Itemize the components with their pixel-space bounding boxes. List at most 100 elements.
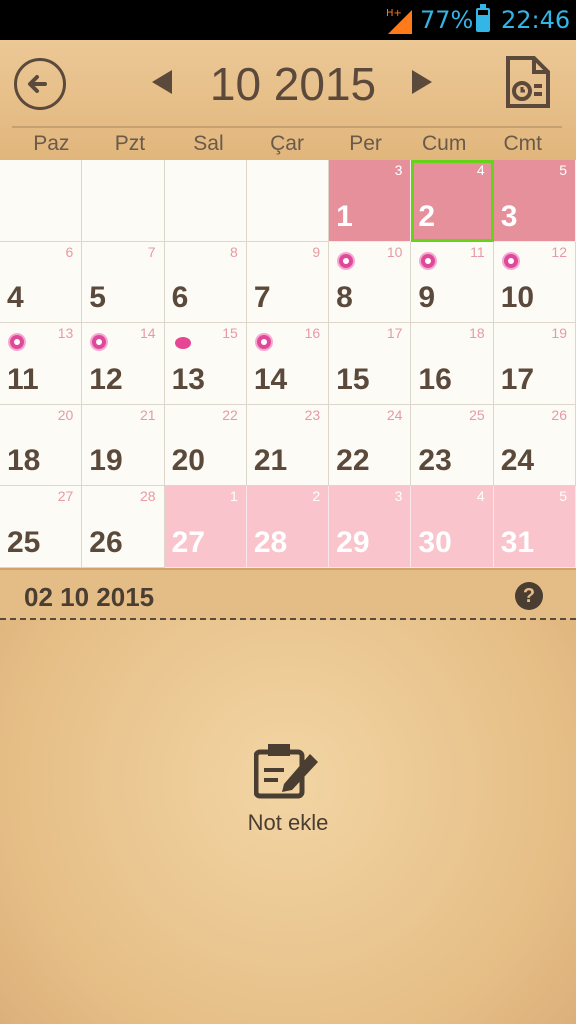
calendar-day-cell[interactable]: 97: [246, 241, 330, 324]
cycle-day-number: 20: [57, 406, 74, 423]
day-number: 30: [418, 525, 452, 559]
calendar-day-cell[interactable]: [0, 160, 83, 242]
calendar-day-cell[interactable]: 86: [164, 241, 247, 324]
weekday-label: Cmt: [503, 132, 543, 155]
calendar-day-cell[interactable]: [246, 160, 330, 242]
add-note-icon[interactable]: [254, 740, 320, 800]
cycle-day-number: 28: [139, 488, 156, 505]
day-number: 16: [418, 362, 452, 396]
calendar-day-cell[interactable]: 1 27: [164, 486, 247, 568]
fertile-day-icon: [10, 335, 24, 350]
calendar-day-cell[interactable]: 2 28: [246, 486, 330, 568]
calendar-header: 10 2015 Paz Pzt Sal Çar Per Cum Cmt: [0, 40, 576, 160]
calendar-day-cell[interactable]: 53: [493, 160, 576, 242]
cycle-day-number: 9: [312, 243, 321, 260]
cycle-day-number: 4: [476, 488, 485, 505]
day-number: 12: [89, 362, 123, 396]
day-number: 13: [171, 362, 205, 396]
calendar-day-cell[interactable]: 26 24: [493, 404, 576, 487]
day-number: 17: [500, 362, 535, 396]
battery-percent: 77%: [420, 6, 474, 34]
calendar-day-cell[interactable]: 17 15: [329, 323, 412, 405]
cycle-day-number: 8: [230, 243, 238, 260]
arrow-left-icon: [28, 75, 47, 93]
cycle-day-number: 1: [230, 488, 238, 505]
calendar-day-cell[interactable]: 13 11: [0, 323, 83, 405]
svg-text:H+: H+: [386, 8, 402, 19]
calendar-day-cell[interactable]: 14 12: [82, 323, 165, 405]
day-number: 22: [336, 444, 370, 478]
weekday-label: Cum: [422, 132, 467, 155]
selected-date: 02 10 2015: [24, 582, 155, 612]
day-number: 4: [7, 281, 24, 315]
cycle-day-number: 15: [222, 325, 238, 342]
back-button[interactable]: [14, 58, 66, 110]
month-year-title: 10 2015: [209, 58, 377, 110]
calendar-day-cell[interactable]: 42: [411, 160, 494, 242]
selected-date-bar: 02 10 2015 ?: [0, 568, 576, 620]
day-number: 18: [7, 444, 41, 478]
cycle-day-number: 2: [312, 488, 321, 505]
calendar-day-cell[interactable]: 5 31: [493, 486, 576, 568]
cycle-day-number: 24: [386, 406, 403, 423]
day-number: 5: [89, 281, 106, 315]
calendar-day-cell[interactable]: 21 19: [82, 404, 165, 487]
day-number: 8: [336, 281, 353, 315]
clock: 22:46: [501, 6, 571, 34]
notes-area: Not ekle: [0, 620, 576, 1024]
add-note-label[interactable]: Not ekle: [0, 810, 576, 836]
calendar-day-cell[interactable]: 11 9: [411, 241, 494, 324]
next-month-button[interactable]: [412, 70, 432, 94]
calendar-day-cell[interactable]: 16 14: [246, 323, 330, 405]
cycle-day-number: 4: [476, 162, 485, 178]
day-number: 15: [336, 362, 370, 396]
calendar-day-cell[interactable]: 75: [82, 241, 165, 324]
cycle-day-number: 3: [394, 162, 403, 178]
fertile-day-icon: [503, 253, 518, 268]
fertile-day-icon: [92, 335, 107, 350]
day-number: 9: [418, 281, 436, 315]
calendar-day-cell[interactable]: 20 18: [0, 404, 83, 487]
day-number: 14: [253, 362, 288, 396]
calendar-day-cell[interactable]: 27 25: [0, 486, 83, 568]
calendar-day-cell[interactable]: 3 29: [329, 486, 412, 568]
cycle-day-number: 12: [551, 243, 567, 260]
calendar-day-cell[interactable]: 25 23: [411, 404, 494, 487]
calendar-day-cell[interactable]: 64: [0, 241, 83, 324]
previous-month-button[interactable]: [152, 70, 172, 94]
day-number: 31: [500, 525, 535, 559]
calendar-day-cell[interactable]: 12 10: [493, 241, 576, 324]
calendar-day-cell[interactable]: [164, 160, 247, 242]
status-bar: H+ 77% 22:46: [0, 0, 576, 40]
calendar-day-cell[interactable]: 23 21: [246, 404, 330, 487]
cycle-day-number: 3: [394, 488, 403, 505]
report-icon[interactable]: [504, 56, 550, 110]
cycle-day-number: 25: [469, 406, 485, 423]
day-number: 24: [500, 444, 535, 478]
calendar-day-cell[interactable]: 18 16: [411, 323, 494, 405]
day-number: 1: [336, 199, 353, 233]
day-number: 21: [253, 444, 288, 478]
cycle-day-number: 5: [559, 162, 567, 178]
calendar-day-cell[interactable]: 22 20: [164, 404, 247, 487]
calendar-day-cell[interactable]: 4 30: [411, 486, 494, 568]
day-number: 3: [500, 199, 518, 233]
day-number: 19: [89, 444, 123, 478]
calendar-day-cell[interactable]: 28 26: [82, 486, 165, 568]
day-number: 20: [171, 444, 205, 478]
calendar-day-cell[interactable]: 24 22: [329, 404, 412, 487]
calendar-day-cell[interactable]: 19 17: [493, 323, 576, 405]
cycle-day-number: 5: [559, 488, 567, 505]
calendar-day-cell[interactable]: 31: [329, 160, 412, 242]
day-number: 2: [418, 199, 436, 233]
day-number: 29: [336, 525, 370, 559]
help-icon[interactable]: ?: [515, 582, 543, 610]
weekday-label: Çar: [270, 132, 304, 155]
calendar-day-cell[interactable]: [82, 160, 165, 242]
calendar-day-cell[interactable]: 10 8: [329, 241, 412, 324]
calendar-day-cell[interactable]: 15 13: [164, 323, 247, 405]
day-number: 11: [7, 362, 39, 396]
cycle-day-number: 21: [139, 406, 156, 423]
weekday-label: Paz: [33, 132, 70, 155]
cycle-day-number: 18: [469, 325, 485, 342]
